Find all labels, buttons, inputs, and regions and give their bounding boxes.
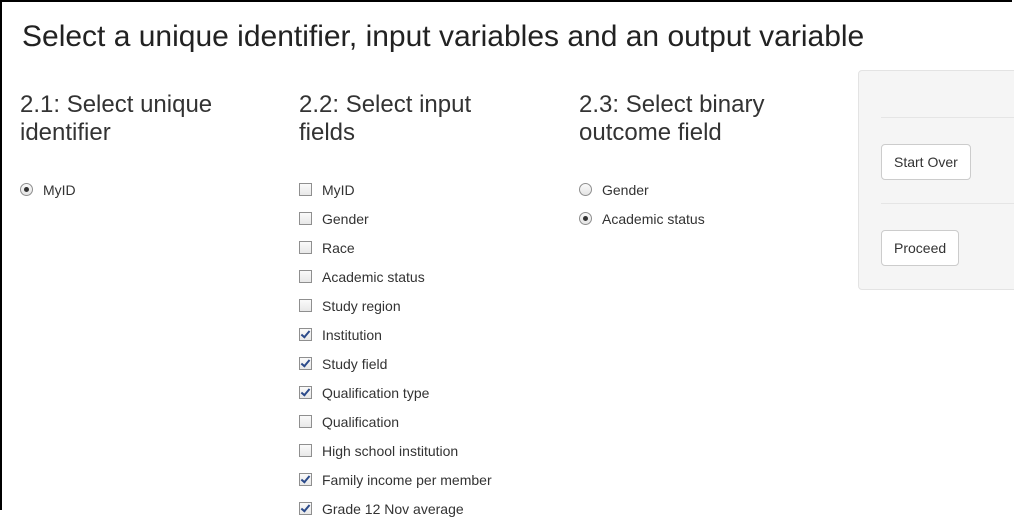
radio-button[interactable] bbox=[20, 183, 33, 196]
option-label: MyID bbox=[43, 181, 76, 198]
checkbox[interactable] bbox=[299, 473, 312, 486]
checkbox[interactable] bbox=[299, 502, 312, 515]
radio-button[interactable] bbox=[579, 212, 592, 225]
option-label: Institution bbox=[322, 326, 382, 343]
outcome-option[interactable]: Gender bbox=[579, 175, 705, 204]
option-label: High school institution bbox=[322, 442, 459, 459]
checkbox[interactable] bbox=[299, 183, 312, 196]
input-field-option[interactable]: MyID bbox=[299, 175, 492, 204]
option-label: Race bbox=[322, 239, 355, 256]
option-label: MyID bbox=[322, 181, 355, 198]
checkbox[interactable] bbox=[299, 328, 312, 341]
identifier-section: 2.1: Select unique identifier MyID bbox=[20, 91, 270, 198]
input-field-option[interactable]: Study field bbox=[299, 349, 492, 378]
input-field-option[interactable]: Grade 12 Nov average bbox=[299, 494, 492, 523]
start-over-button[interactable]: Start Over bbox=[881, 144, 971, 180]
checkbox[interactable] bbox=[299, 357, 312, 370]
option-label: Study region bbox=[322, 297, 401, 314]
divider bbox=[881, 117, 1014, 118]
option-label: Study field bbox=[322, 355, 388, 372]
option-label: Family income per member bbox=[322, 471, 492, 488]
checkbox[interactable] bbox=[299, 444, 312, 457]
checkbox[interactable] bbox=[299, 299, 312, 312]
action-panel: Start Over Proceed bbox=[858, 70, 1014, 290]
radio-button[interactable] bbox=[579, 183, 592, 196]
input-field-option[interactable]: Qualification type bbox=[299, 378, 492, 407]
option-label: Academic status bbox=[602, 210, 705, 227]
outcome-section: 2.3: Select binary outcome field Gender … bbox=[579, 91, 839, 227]
checkbox[interactable] bbox=[299, 212, 312, 225]
input-field-option[interactable]: High school institution bbox=[299, 436, 492, 465]
identifier-radio-group: MyID bbox=[20, 175, 76, 204]
input-field-option[interactable]: Qualification bbox=[299, 407, 492, 436]
inputs-heading: 2.2: Select input fields bbox=[299, 91, 472, 146]
input-field-option[interactable]: Study region bbox=[299, 291, 492, 320]
checkbox[interactable] bbox=[299, 386, 312, 399]
outcome-heading: 2.3: Select binary outcome field bbox=[579, 91, 765, 146]
app-frame: Select a unique identifier, input variab… bbox=[0, 0, 1014, 517]
input-field-option[interactable]: Family income per member bbox=[299, 465, 492, 494]
option-label: Qualification bbox=[322, 413, 400, 430]
divider bbox=[881, 203, 1014, 204]
inputs-section: 2.2: Select input fields MyID Gender Rac… bbox=[299, 91, 559, 517]
identifier-option[interactable]: MyID bbox=[20, 175, 76, 204]
option-label: Grade 12 Nov average bbox=[322, 500, 464, 517]
outcome-radio-group: Gender Academic status bbox=[579, 175, 705, 233]
option-label: Qualification type bbox=[322, 384, 430, 401]
checkbox[interactable] bbox=[299, 415, 312, 428]
checkbox[interactable] bbox=[299, 270, 312, 283]
outcome-option[interactable]: Academic status bbox=[579, 204, 705, 233]
identifier-heading: 2.1: Select unique identifier bbox=[20, 91, 213, 146]
option-label: Gender bbox=[322, 210, 369, 227]
proceed-button[interactable]: Proceed bbox=[881, 230, 960, 266]
checkbox[interactable] bbox=[299, 241, 312, 254]
input-field-option[interactable]: Gender bbox=[299, 204, 492, 233]
option-label: Gender bbox=[602, 181, 649, 198]
input-field-option[interactable]: Institution bbox=[299, 320, 492, 349]
inputs-checkbox-group: MyID Gender Race Academic status Study r… bbox=[299, 175, 492, 523]
page-title: Select a unique identifier, input variab… bbox=[22, 20, 865, 53]
option-label: Academic status bbox=[322, 268, 425, 285]
input-field-option[interactable]: Academic status bbox=[299, 262, 492, 291]
input-field-option[interactable]: Race bbox=[299, 233, 492, 262]
